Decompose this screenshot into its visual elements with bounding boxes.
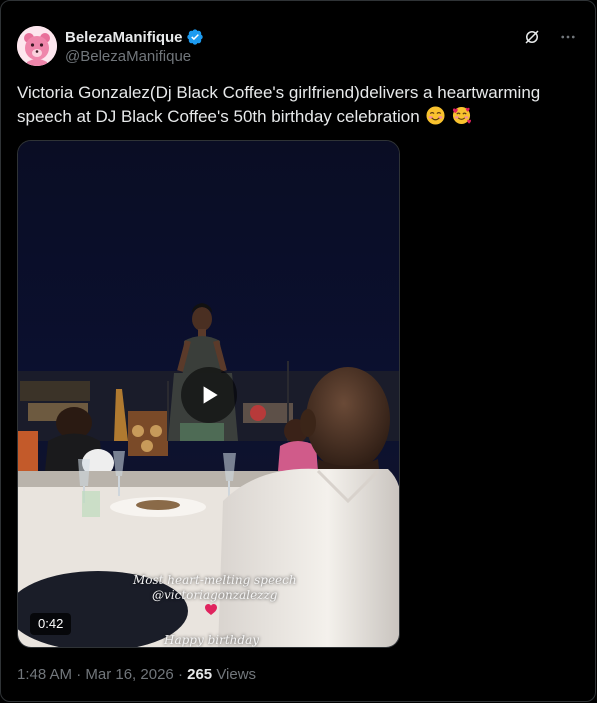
video-caption-line-3: Happy birthday xyxy=(164,633,259,647)
author-name[interactable]: BelezaManifique xyxy=(65,29,183,46)
tweet-timestamp[interactable]: 1:48 AM · Mar 16, 2026 xyxy=(17,666,174,683)
smiling-face-with-hearts-emoji xyxy=(453,106,472,125)
video-duration-badge: 0:42 xyxy=(30,613,72,635)
verified-badge-icon[interactable] xyxy=(186,28,204,46)
tweet-meta: 1:48 AM · Mar 16, 2026 · 265 Views xyxy=(17,666,256,683)
pink-bear-avatar-icon xyxy=(17,26,57,66)
tweet-card: BelezaManifique @BelezaManifique Victori… xyxy=(0,0,596,702)
meta-separator: · xyxy=(177,666,188,683)
grok-icon[interactable] xyxy=(521,26,543,48)
more-icon[interactable] xyxy=(557,26,579,48)
author-name-row[interactable]: BelezaManifique xyxy=(65,28,204,46)
video-player[interactable]: Most heart-melting speech @victoriagonza… xyxy=(17,140,400,648)
views-label: Views xyxy=(216,666,257,683)
views-count: 265 xyxy=(187,666,213,683)
video-caption-line-1: Most heart-melting speech xyxy=(133,573,297,587)
avatar[interactable] xyxy=(17,26,57,66)
tweet-text: Victoria Gonzalez(Dj Black Coffee's girl… xyxy=(17,81,577,129)
play-icon[interactable] xyxy=(181,367,237,423)
tweet-top-actions xyxy=(521,26,579,48)
video-caption-line-2: @victoriagonzalezzg xyxy=(152,588,278,602)
smiling-face-emoji xyxy=(426,106,445,125)
author-handle[interactable]: @BelezaManifique xyxy=(65,48,191,65)
red-heart-icon xyxy=(205,603,217,615)
